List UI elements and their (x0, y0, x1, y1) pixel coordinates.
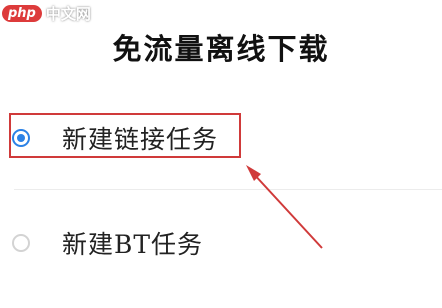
annotation-arrow-icon (246, 165, 323, 249)
